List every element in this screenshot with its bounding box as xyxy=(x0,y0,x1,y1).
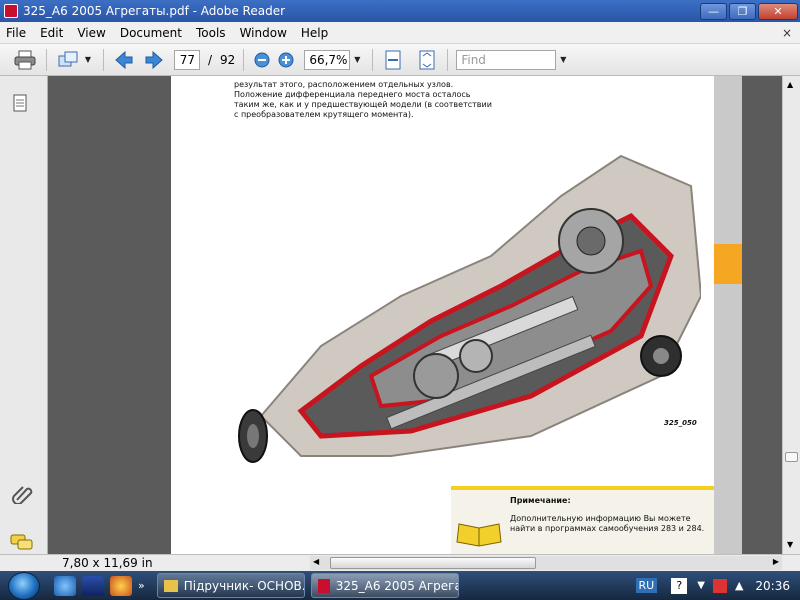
page-number-input[interactable]: 77 xyxy=(174,49,200,70)
note-box: Примечание: Дополнительную информацию Вы… xyxy=(451,486,714,554)
attachments-paperclip-icon[interactable] xyxy=(11,484,33,507)
volume-tray-icon[interactable]: ▲ xyxy=(735,579,743,592)
share-icon[interactable] xyxy=(55,48,81,72)
media-player-icon[interactable] xyxy=(82,575,104,596)
scroll-up-icon[interactable]: ▲ xyxy=(787,80,793,89)
vertical-scrollbar[interactable]: ▲ ▼ xyxy=(782,76,800,554)
close-button[interactable]: ✕ xyxy=(758,2,798,20)
menu-edit[interactable]: Edit xyxy=(34,26,71,40)
status-bar: 7,80 x 11,69 in ◀ ▶ xyxy=(0,554,800,571)
taskbar-item-folder[interactable]: Підручник- ОСНОВ... xyxy=(156,573,305,598)
pdf-icon xyxy=(317,578,330,593)
pages-panel-icon[interactable] xyxy=(12,94,30,117)
book-icon xyxy=(455,520,503,551)
window-title: 325_A6 2005 Агрегаты.pdf - Adobe Reader xyxy=(23,4,286,18)
maximize-button[interactable]: ❐ xyxy=(729,2,756,20)
page-side-band xyxy=(714,76,742,554)
document-viewport[interactable]: результат этого, расположением отдельных… xyxy=(48,76,782,554)
system-tray: RU ? ▼ ▲ 20:36 xyxy=(635,571,800,600)
horizontal-scrollbar[interactable]: ◀ ▶ xyxy=(310,556,782,570)
scroll-left-icon[interactable]: ◀ xyxy=(313,557,319,566)
print-icon[interactable] xyxy=(12,48,38,72)
toolbar-separator xyxy=(372,48,374,71)
next-page-icon[interactable] xyxy=(142,48,166,72)
menu-bar: File Edit View Document Tools Window Hel… xyxy=(0,22,800,44)
fit-page-icon[interactable] xyxy=(415,48,439,72)
find-input[interactable]: Find xyxy=(456,49,557,70)
navigation-panel xyxy=(0,76,48,554)
internet-explorer-icon[interactable] xyxy=(54,575,76,596)
taskbar-item-adobe-reader[interactable]: 325_A6 2005 Агрега... xyxy=(310,573,459,598)
note-title: Примечание: xyxy=(510,496,571,505)
previous-page-icon[interactable] xyxy=(112,48,136,72)
body-text: результат этого, расположением отдельных… xyxy=(234,80,492,119)
vertical-scroll-thumb[interactable] xyxy=(785,452,798,462)
menu-view[interactable]: View xyxy=(71,26,113,40)
taskbar-item-label: 325_A6 2005 Агрега... xyxy=(335,578,458,593)
scroll-right-icon[interactable]: ▶ xyxy=(773,557,779,566)
fit-width-icon[interactable] xyxy=(381,48,405,72)
note-text: Дополнительную информацию Вы можете найт… xyxy=(510,514,705,533)
close-document-button[interactable]: × xyxy=(782,26,792,40)
toolbar-separator xyxy=(243,48,245,71)
taskbar: » Підручник- ОСНОВ... 325_A6 2005 Агрега… xyxy=(0,571,800,600)
scroll-down-icon[interactable]: ▼ xyxy=(787,540,793,549)
share-dropdown-icon[interactable]: ▼ xyxy=(81,50,95,70)
toolbar: ▼ 77 / 92 66,7% ▼ Find ▼ xyxy=(0,44,800,76)
page-size-label: 7,80 x 11,69 in xyxy=(62,556,153,570)
figure-label: 325_050 xyxy=(664,419,697,427)
pdf-page: результат этого, расположением отдельных… xyxy=(171,76,714,554)
transmission-cutaway-image xyxy=(238,154,701,463)
toolbar-separator xyxy=(46,48,47,71)
page-separator: / xyxy=(208,52,213,67)
toolbar-separator xyxy=(447,48,449,71)
adobe-reader-icon xyxy=(4,4,18,18)
menu-file[interactable]: File xyxy=(0,26,34,40)
title-bar: 325_A6 2005 Агрегаты.pdf - Adobe Reader … xyxy=(0,0,800,22)
horizontal-scroll-thumb[interactable] xyxy=(330,557,536,569)
minimize-button[interactable]: — xyxy=(700,2,727,20)
network-tray-icon[interactable]: ▼ xyxy=(697,580,705,591)
menu-document[interactable]: Document xyxy=(114,26,190,40)
menu-tools[interactable]: Tools xyxy=(190,26,234,40)
start-button[interactable] xyxy=(8,571,40,600)
menu-help[interactable]: Help xyxy=(295,26,336,40)
taskbar-item-label: Підручник- ОСНОВ... xyxy=(183,578,305,593)
clock[interactable]: 20:36 xyxy=(755,579,790,593)
language-indicator[interactable]: RU xyxy=(635,578,658,593)
help-tray-icon[interactable]: ? xyxy=(671,577,688,594)
quicklaunch-more-icon[interactable]: » xyxy=(138,579,145,592)
toolbar-separator xyxy=(103,48,104,71)
find-dropdown-icon[interactable]: ▼ xyxy=(556,50,570,70)
browser-icon[interactable] xyxy=(110,575,132,596)
zoom-dropdown-icon[interactable]: ▼ xyxy=(350,50,364,70)
menu-window[interactable]: Window xyxy=(234,26,295,40)
zoom-level-input[interactable]: 66,7% xyxy=(304,49,351,70)
section-tab-marker xyxy=(714,244,742,284)
comments-icon[interactable] xyxy=(10,534,34,555)
flag-tray-icon[interactable] xyxy=(712,578,727,593)
page-total: 92 xyxy=(220,52,236,67)
folder-icon xyxy=(163,579,178,592)
zoom-out-icon[interactable] xyxy=(252,48,272,72)
zoom-in-icon[interactable] xyxy=(276,48,296,72)
